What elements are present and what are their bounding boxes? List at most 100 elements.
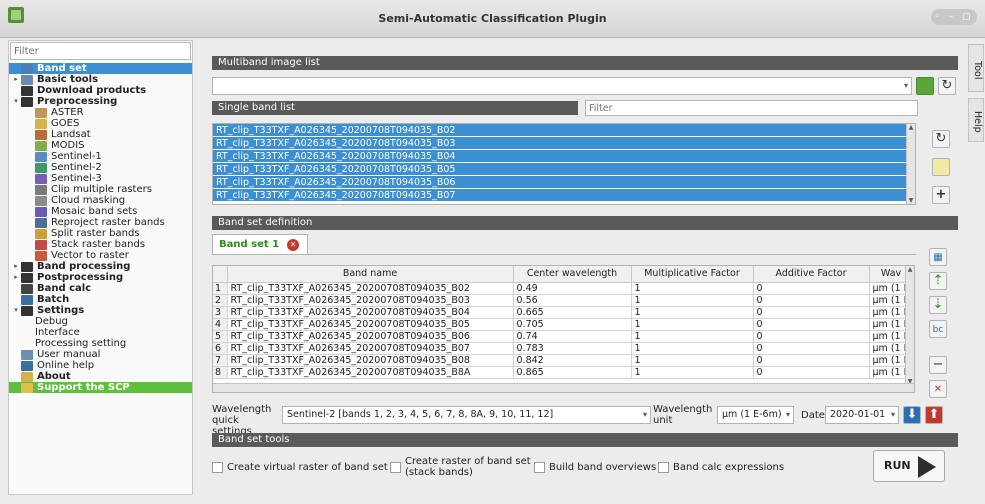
table-cell[interactable]: RT_clip_T33TXF_A026345_20200708T094035_B… <box>227 330 514 343</box>
table-cell[interactable]: RT_clip_T33TXF_A026345_20200708T094035_B… <box>227 342 514 355</box>
tab-tool[interactable]: Tool <box>968 44 984 92</box>
remove-band-button[interactable]: − <box>929 356 947 374</box>
list-item[interactable]: RT_clip_T33TXF_A026345_20200708T094035_B… <box>213 189 915 202</box>
sidebar-item-cloud-masking[interactable]: Cloud masking <box>9 195 192 206</box>
overviews-checkbox[interactable] <box>534 462 545 473</box>
table-cell[interactable]: 0 <box>753 318 870 331</box>
chevron-right-icon[interactable]: ▸ <box>11 272 21 283</box>
table-cell[interactable]: 0 <box>753 354 870 367</box>
sidebar-item-band-calc[interactable]: Band calc <box>9 283 192 294</box>
add-band-set-button[interactable]: + <box>932 186 950 204</box>
band-set-table[interactable]: Band name Center wavelength Multiplicative… <box>212 265 915 393</box>
sort-by-name-button[interactable]: bc <box>929 320 947 338</box>
table-hscrollbar[interactable] <box>213 383 914 392</box>
band-list-scrollbar[interactable]: ▲ ▼ <box>906 124 915 204</box>
wavelength-unit-combo[interactable]: µm (1 E-6m) ▾ <box>717 406 794 424</box>
add-multiband-button[interactable] <box>916 77 934 95</box>
sidebar-item-sentinel-1[interactable]: Sentinel-1 <box>9 151 192 162</box>
wavelength-quick-combo[interactable]: Sentinel-2 [bands 1, 2, 3, 4, 5, 6, 7, 8… <box>282 406 651 424</box>
date-combo[interactable]: 2020-01-01 ▾ <box>825 406 899 424</box>
table-cell[interactable]: 0.74 <box>513 330 632 343</box>
clear-band-set-button[interactable]: ✕ <box>929 380 947 398</box>
sidebar-item-about[interactable]: About <box>9 371 192 382</box>
sidebar-item-postprocessing[interactable]: ▸ Postprocessing <box>9 272 192 283</box>
list-item[interactable]: RT_clip_T33TXF_A026345_20200708T094035_B… <box>213 137 915 150</box>
column-header[interactable]: Center wavelength <box>513 266 632 283</box>
column-header[interactable]: Multiplicative Factor <box>631 266 754 283</box>
table-cell[interactable]: 1 <box>631 354 754 367</box>
table-cell[interactable]: 0.865 <box>513 366 632 379</box>
sidebar-item-online-help[interactable]: Online help <box>9 360 192 371</box>
table-cell[interactable]: 0 <box>753 294 870 307</box>
band-calc-checkbox[interactable] <box>658 462 669 473</box>
import-band-set-button[interactable]: ▦ <box>929 248 947 266</box>
table-cell[interactable]: 0.705 <box>513 318 632 331</box>
table-row[interactable]: 8 RT_clip_T33TXF_A026345_20200708T094035_… <box>213 366 914 379</box>
table-row[interactable]: 7 RT_clip_T33TXF_A026345_20200708T094035_… <box>213 354 914 367</box>
table-cell[interactable]: 0.56 <box>513 294 632 307</box>
sidebar-item-batch[interactable]: Batch <box>9 294 192 305</box>
chevron-down-icon[interactable]: ▾ <box>11 305 21 316</box>
multiband-combo[interactable]: ▾ <box>212 77 912 95</box>
close-icon[interactable]: ✕ <box>287 239 299 251</box>
single-band-list[interactable]: RT_clip_T33TXF_A026345_20200708T094035_B… <box>212 123 916 205</box>
sidebar-item-band-set[interactable]: Band set <box>9 63 192 74</box>
column-header[interactable]: Band name <box>227 266 514 283</box>
sidebar-item-mosaic-band-sets[interactable]: Mosaic band sets <box>9 206 192 217</box>
table-row[interactable]: 2 RT_clip_T33TXF_A026345_20200708T094035_… <box>213 294 914 307</box>
sidebar-item-goes[interactable]: GOES <box>9 118 192 129</box>
sidebar-item-vector-to-raster[interactable]: Vector to raster <box>9 250 192 261</box>
sidebar-item-landsat[interactable]: Landsat <box>9 129 192 140</box>
sidebar-item-sentinel-2[interactable]: Sentinel-2 <box>9 162 192 173</box>
chevron-right-icon[interactable]: ▸ <box>11 74 21 85</box>
sidebar-item-download-products[interactable]: Download products <box>9 85 192 96</box>
table-cell[interactable]: 1 <box>631 306 754 319</box>
table-cell[interactable]: 0 <box>753 282 870 295</box>
sidebar-item-clip-multiple-rasters[interactable]: Clip multiple rasters <box>9 184 192 195</box>
virtual-raster-checkbox[interactable] <box>212 462 223 473</box>
table-cell[interactable]: RT_clip_T33TXF_A026345_20200708T094035_B… <box>227 306 514 319</box>
table-row[interactable]: 1 RT_clip_T33TXF_A026345_20200708T094035_… <box>213 282 914 295</box>
table-cell[interactable]: 1 <box>631 330 754 343</box>
column-header[interactable] <box>213 266 228 283</box>
sidebar-item-aster[interactable]: ASTER <box>9 107 192 118</box>
sidebar-filter-input[interactable] <box>10 42 191 60</box>
sidebar-item-preprocessing[interactable]: ▾ Preprocessing <box>9 96 192 107</box>
sidebar-item-stack-raster-bands[interactable]: Stack raster bands <box>9 239 192 250</box>
list-item[interactable]: RT_clip_T33TXF_A026345_20200708T094035_B… <box>213 150 915 163</box>
table-cell[interactable]: 1 <box>631 318 754 331</box>
run-button[interactable]: RUN <box>873 450 945 482</box>
table-row[interactable]: 6 RT_clip_T33TXF_A026345_20200708T094035_… <box>213 342 914 355</box>
sidebar-item-modis[interactable]: MODIS <box>9 140 192 151</box>
sidebar-item-sentinel-3[interactable]: Sentinel-3 <box>9 173 192 184</box>
stack-raster-checkbox[interactable] <box>390 462 401 473</box>
table-cell[interactable]: 0 <box>753 330 870 343</box>
sidebar-item-support-the-scp[interactable]: Support the SCP <box>9 382 192 393</box>
chevron-down-icon[interactable]: ▾ <box>11 96 21 107</box>
add-bands-to-set-button[interactable] <box>932 158 950 176</box>
sidebar-item-band-processing[interactable]: ▸ Band processing <box>9 261 192 272</box>
table-cell[interactable]: RT_clip_T33TXF_A026345_20200708T094035_B… <box>227 282 514 295</box>
table-cell[interactable]: RT_clip_T33TXF_A026345_20200708T094035_B… <box>227 318 514 331</box>
table-cell[interactable]: RT_clip_T33TXF_A026345_20200708T094035_B… <box>227 294 514 307</box>
table-cell[interactable]: 0.665 <box>513 306 632 319</box>
list-item[interactable]: RT_clip_T33TXF_A026345_20200708T094035_B… <box>213 163 915 176</box>
list-item[interactable]: RT_clip_T33TXF_A026345_20200708T094035_B… <box>213 176 915 189</box>
table-row[interactable]: 4 RT_clip_T33TXF_A026345_20200708T094035_… <box>213 318 914 331</box>
table-cell[interactable]: 0.783 <box>513 342 632 355</box>
sidebar-item-basic-tools[interactable]: ▸ Basic tools <box>9 74 192 85</box>
list-item[interactable]: RT_clip_T33TXF_A026345_20200708T094035_B… <box>213 124 915 137</box>
tab-band-set-1[interactable]: Band set 1 ✕ <box>212 234 308 254</box>
refresh-band-list-button[interactable]: ↻ <box>932 130 950 148</box>
refresh-multiband-button[interactable]: ↻ <box>938 77 956 95</box>
table-cell[interactable]: 1 <box>631 342 754 355</box>
move-down-button[interactable]: ⇣ <box>929 296 947 314</box>
sidebar-item-processing-setting[interactable]: Processing setting <box>9 338 192 349</box>
table-cell[interactable]: RT_clip_T33TXF_A026345_20200708T094035_B… <box>227 366 514 379</box>
table-cell[interactable]: 0 <box>753 342 870 355</box>
sidebar-item-settings[interactable]: ▾ Settings <box>9 305 192 316</box>
table-row[interactable]: 3 RT_clip_T33TXF_A026345_20200708T094035_… <box>213 306 914 319</box>
table-vscrollbar[interactable]: ▲ ▼ <box>905 266 914 385</box>
sidebar-item-debug[interactable]: Debug <box>9 316 192 327</box>
table-cell[interactable]: 1 <box>631 366 754 379</box>
